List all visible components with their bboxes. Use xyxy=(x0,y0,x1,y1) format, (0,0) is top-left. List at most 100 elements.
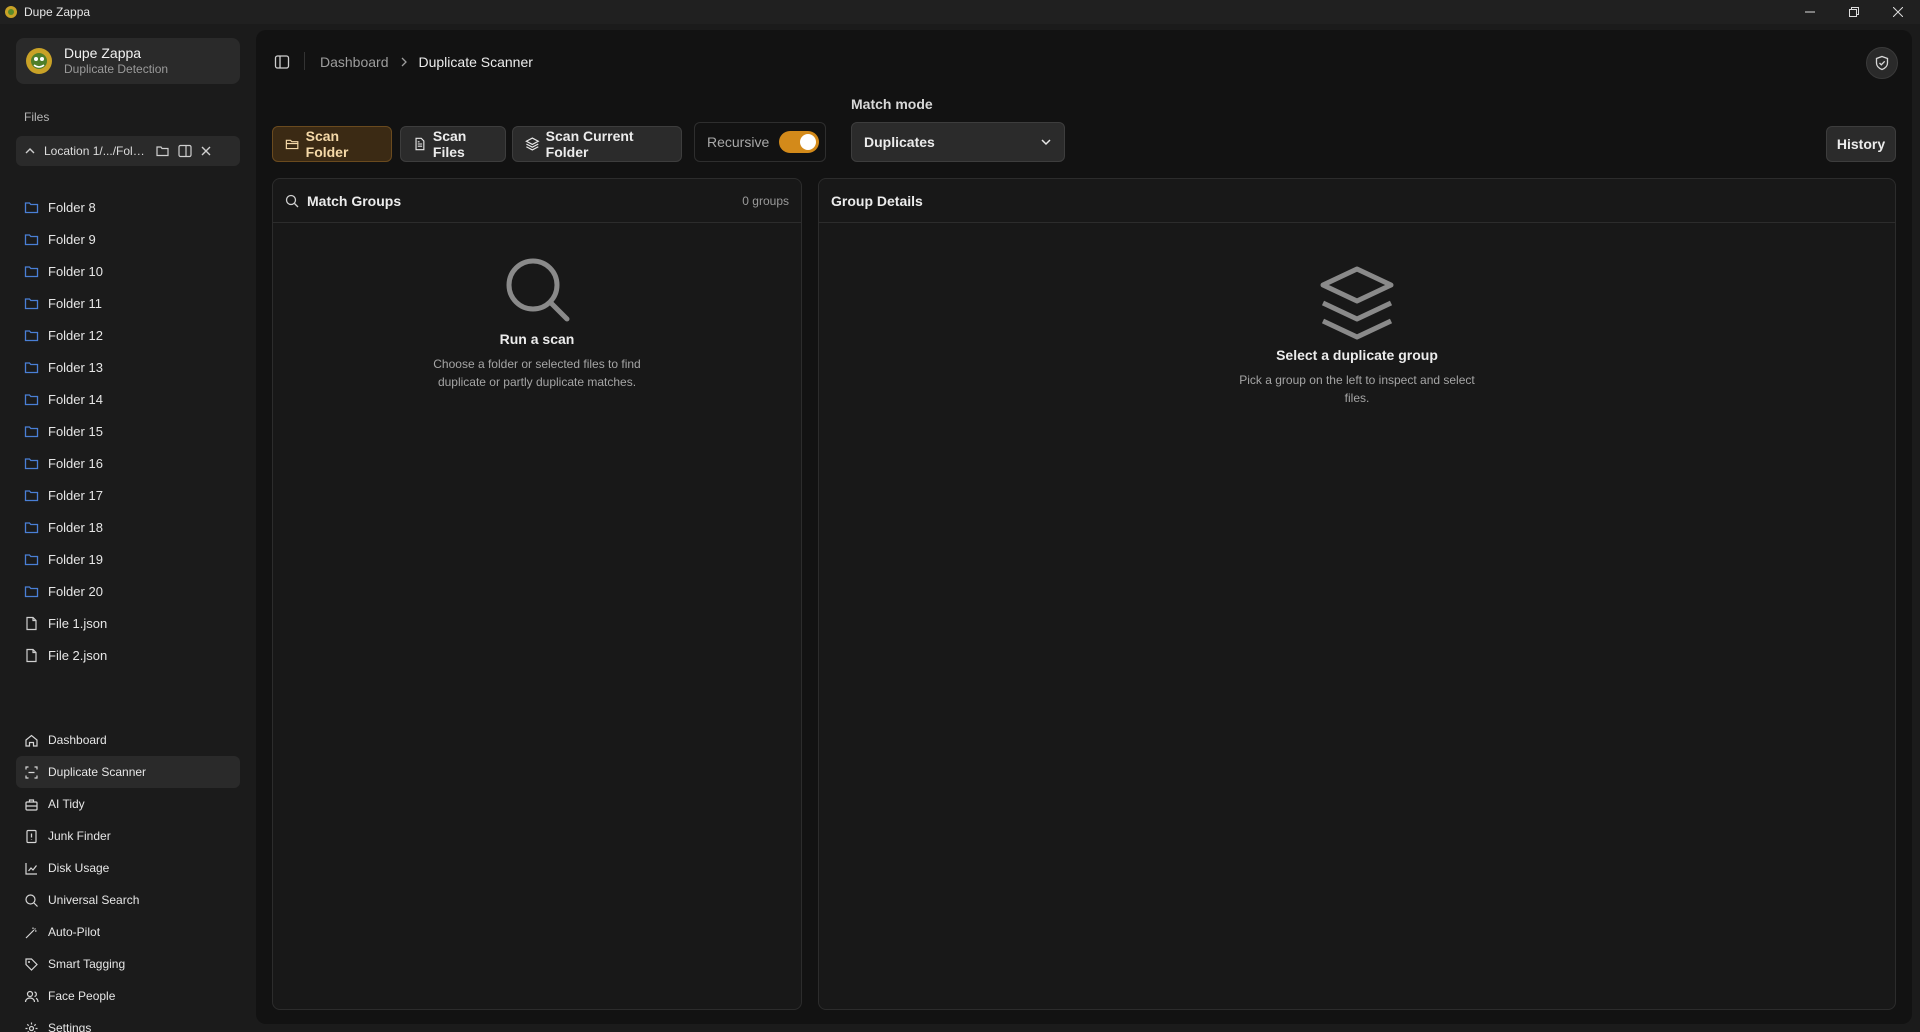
tag-icon xyxy=(25,957,38,971)
restore-icon xyxy=(1849,7,1859,17)
title-bar: Dupe Zappa xyxy=(0,0,1920,24)
shield-button[interactable] xyxy=(1866,47,1898,79)
nav-item-label: AI Tidy xyxy=(48,797,85,811)
folder-item[interactable]: Folder 8 xyxy=(16,191,240,223)
folder-icon xyxy=(24,297,39,309)
nav-item-label: Disk Usage xyxy=(48,861,110,875)
nav-item-dashboard[interactable]: Dashboard xyxy=(16,724,240,756)
scan-folder-label: Scan Folder xyxy=(305,128,349,160)
folder-icon xyxy=(24,201,39,213)
minimize-button[interactable] xyxy=(1788,0,1832,24)
folder-open-icon[interactable] xyxy=(156,144,170,158)
folder-item[interactable]: Folder 14 xyxy=(16,383,240,415)
empty-title: Run a scan xyxy=(499,331,575,347)
toolbar: Scan Folder Scan Files Scan Current Fold… xyxy=(272,96,1896,166)
nav-item-label: Dashboard xyxy=(48,733,107,747)
nav-item-label: Universal Search xyxy=(48,893,140,907)
folder-open-icon xyxy=(285,139,299,150)
restore-button[interactable] xyxy=(1832,0,1876,24)
top-bar: Dashboard Duplicate Scanner xyxy=(256,30,1912,94)
nav-item-ai-tidy[interactable]: AI Tidy xyxy=(16,788,240,820)
app-logo-icon xyxy=(5,6,17,18)
tree-item-label: Folder 13 xyxy=(48,359,103,375)
window-title: Dupe Zappa xyxy=(24,5,91,19)
folder-item[interactable]: Folder 13 xyxy=(16,351,240,383)
folder-item[interactable]: Folder 15 xyxy=(16,415,240,447)
sidebar-toggle-button[interactable] xyxy=(274,54,290,70)
tree-item-label: Folder 9 xyxy=(48,231,96,247)
switch-knob xyxy=(800,134,817,150)
breadcrumb-dashboard[interactable]: Dashboard xyxy=(320,54,389,70)
file-item[interactable]: File 2.json xyxy=(16,639,240,671)
folder-item[interactable]: Folder 10 xyxy=(16,255,240,287)
scan-files-label: Scan Files xyxy=(432,128,467,160)
empty-title: Select a duplicate group xyxy=(1276,347,1438,363)
nav-item-disk-usage[interactable]: Disk Usage xyxy=(16,852,240,884)
folder-item[interactable]: Folder 11 xyxy=(16,287,240,319)
folder-icon xyxy=(24,521,39,533)
chevron-up-icon[interactable] xyxy=(24,145,36,157)
tree-item-label: Folder 15 xyxy=(48,423,103,439)
tree-item-label: Folder 11 xyxy=(48,295,102,311)
file-item[interactable]: File 1.json xyxy=(16,607,240,639)
scan-folder-button[interactable]: Scan Folder xyxy=(272,126,392,162)
alert-file-icon xyxy=(26,829,37,843)
tree-item-label: Folder 18 xyxy=(48,519,103,535)
divider xyxy=(304,52,305,70)
nav-item-smart-tagging[interactable]: Smart Tagging xyxy=(16,948,240,980)
recursive-switch[interactable] xyxy=(779,131,820,153)
folder-item[interactable]: Folder 18 xyxy=(16,511,240,543)
app-logo-icon xyxy=(26,48,52,74)
folder-icon xyxy=(24,233,39,245)
group-details-header: Group Details xyxy=(819,179,1895,223)
nav-item-universal-search[interactable]: Universal Search xyxy=(16,884,240,916)
match-groups-empty-state: Run a scan Choose a folder or selected f… xyxy=(273,253,801,391)
nav-item-auto-pilot[interactable]: Auto-Pilot xyxy=(16,916,240,948)
empty-description: Pick a group on the left to inspect and … xyxy=(1239,373,1475,405)
folder-icon xyxy=(24,361,39,373)
history-button[interactable]: History xyxy=(1826,126,1896,162)
nav-item-settings[interactable]: Settings xyxy=(16,1012,240,1032)
recursive-toggle-group: Recursive xyxy=(694,122,826,162)
wand-icon xyxy=(25,927,37,938)
match-groups-panel: Match Groups 0 groups Run a scan Choose … xyxy=(272,178,802,1010)
scan-current-folder-button[interactable]: Scan Current Folder xyxy=(512,126,682,162)
scan-current-folder-label: Scan Current Folder xyxy=(545,128,634,160)
folder-icon xyxy=(24,553,39,565)
chevron-right-icon xyxy=(401,57,407,67)
close-button[interactable] xyxy=(1876,0,1920,24)
match-mode-value: Duplicates xyxy=(864,134,935,150)
history-label: History xyxy=(1836,136,1886,152)
group-details-empty-state: Select a duplicate group Pick a group on… xyxy=(819,265,1895,407)
nav-menu: Dashboard Duplicate Scanner AI Tidy Junk Fi… xyxy=(16,724,240,1032)
minimize-icon xyxy=(1805,11,1815,13)
brand-subtitle: Duplicate Detection xyxy=(64,62,169,76)
brand-card[interactable]: Dupe Zappa Duplicate Detection xyxy=(16,38,240,84)
nav-item-duplicate-scanner[interactable]: Duplicate Scanner xyxy=(16,756,240,788)
folder-item[interactable]: Folder 19 xyxy=(16,543,240,575)
folder-item[interactable]: Folder 20 xyxy=(16,575,240,607)
split-view-icon[interactable] xyxy=(178,144,192,158)
users-icon xyxy=(24,990,39,1002)
nav-item-label: Smart Tagging xyxy=(48,957,126,971)
briefcase-icon xyxy=(25,798,38,811)
nav-item-face-people[interactable]: Face People xyxy=(16,980,240,1012)
chevron-down-icon xyxy=(1041,139,1051,146)
shield-check-icon xyxy=(1875,55,1889,71)
folder-item[interactable]: Folder 17 xyxy=(16,479,240,511)
search-icon xyxy=(25,893,38,907)
scan-files-button[interactable]: Scan Files xyxy=(400,126,506,162)
folder-icon xyxy=(24,425,39,437)
nav-item-junk-finder[interactable]: Junk Finder xyxy=(16,820,240,852)
match-mode-select[interactable]: Duplicates xyxy=(851,122,1065,162)
folder-item[interactable]: Folder 9 xyxy=(16,223,240,255)
nav-item-label: Face People xyxy=(48,989,116,1003)
match-groups-header: Match Groups 0 groups xyxy=(273,179,801,223)
tree-item-label: File 1.json xyxy=(48,615,108,631)
tree-item-label: File 2.json xyxy=(48,647,108,663)
close-location-icon[interactable] xyxy=(200,145,212,157)
folder-item[interactable]: Folder 16 xyxy=(16,447,240,479)
gear-icon xyxy=(25,1022,38,1032)
layers-icon xyxy=(525,137,540,151)
folder-item[interactable]: Folder 12 xyxy=(16,319,240,351)
